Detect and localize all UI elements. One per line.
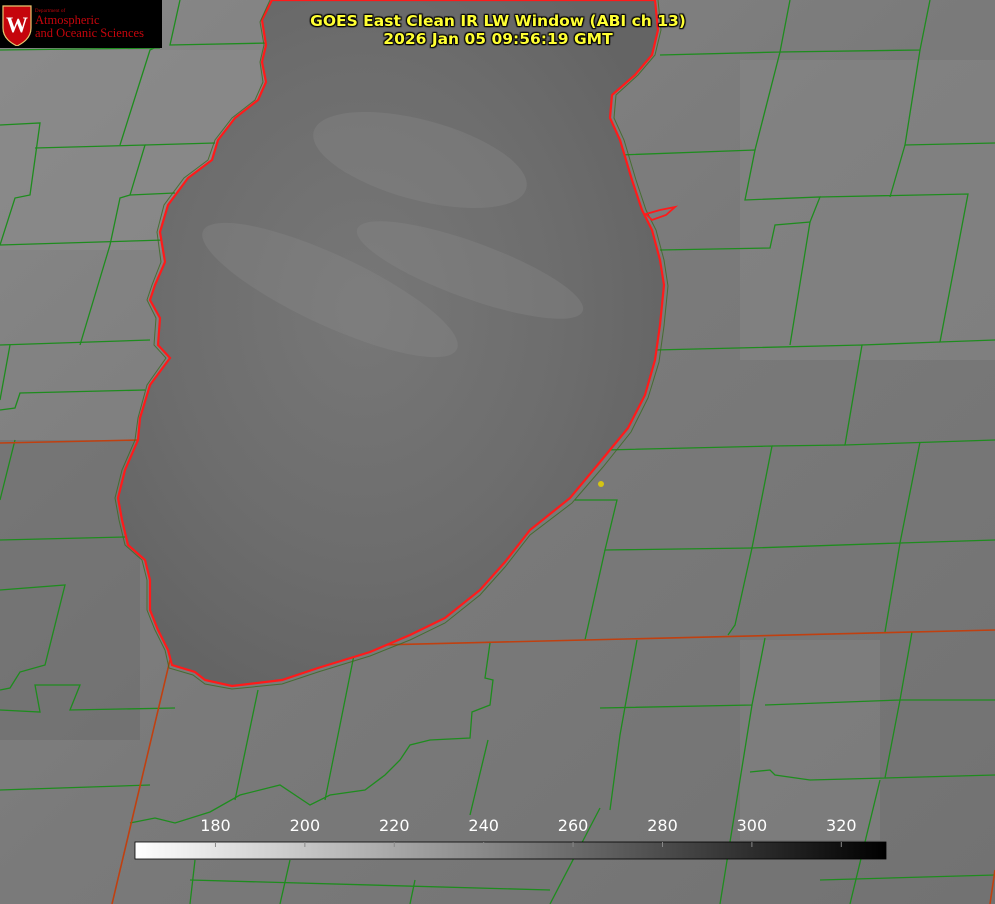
temperature-colorbar: 180 200 220 240 260 280 300 320 [134, 816, 887, 860]
colorbar-tick-label: 300 [737, 816, 768, 835]
colorbar-tick-label: 280 [647, 816, 678, 835]
colorbar-tick-label: 240 [468, 816, 499, 835]
colorbar-tick-label: 320 [826, 816, 857, 835]
colorbar-tick-label: 260 [558, 816, 589, 835]
colorbar-gradient [134, 841, 887, 860]
satellite-map-view: W Department of Atmospheric and Oceanic … [0, 0, 995, 904]
colorbar-tick-label: 220 [379, 816, 410, 835]
colorbar-tick-label: 180 [200, 816, 231, 835]
colorbar-tick-label: 200 [290, 816, 321, 835]
